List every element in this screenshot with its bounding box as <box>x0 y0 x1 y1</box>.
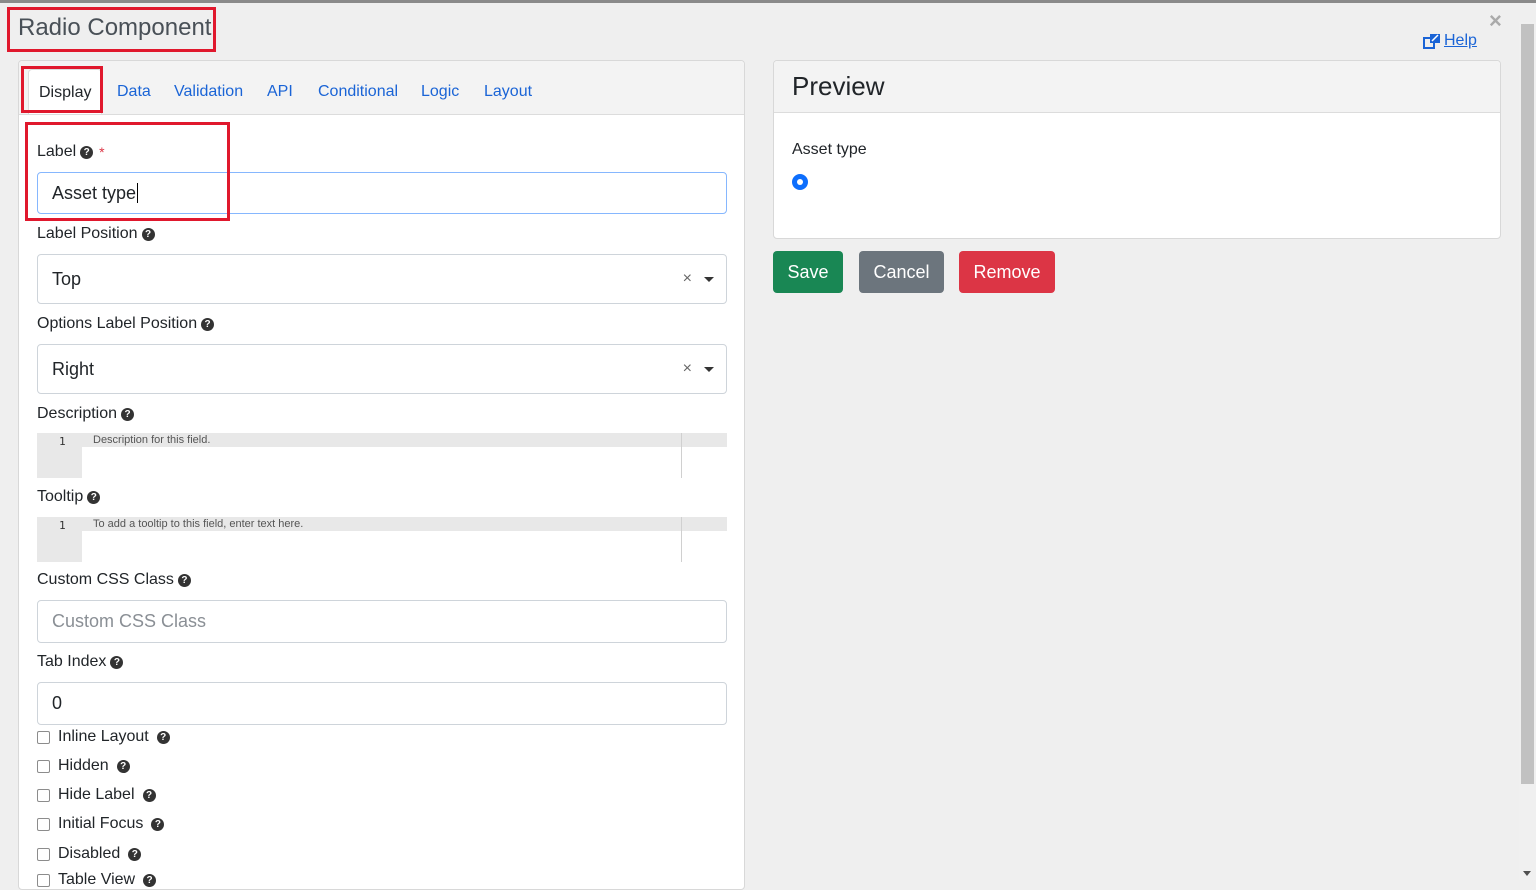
question-icon[interactable]: ? <box>151 817 165 831</box>
scrollbar[interactable] <box>1519 22 1536 880</box>
preview-field-label: Asset type <box>792 141 867 158</box>
options-label-position-label: Options Label Position ? <box>37 315 215 333</box>
remove-button[interactable]: Remove <box>959 251 1055 293</box>
editor-margin <box>681 433 682 478</box>
checkbox[interactable] <box>37 759 50 773</box>
tab-index-value: 0 <box>52 693 63 713</box>
checkbox-hide-label[interactable]: Hide Label ? <box>37 786 156 804</box>
checkbox-disabled[interactable]: Disabled ? <box>37 845 142 863</box>
checkbox[interactable] <box>37 873 50 887</box>
scroll-down-arrow-icon[interactable] <box>1523 871 1531 876</box>
checkbox[interactable] <box>37 788 50 802</box>
highlight-label-field <box>25 122 230 221</box>
question-icon[interactable]: ? <box>177 573 191 587</box>
checkbox-table-view[interactable]: Table View ? <box>37 871 157 889</box>
clear-icon[interactable]: × <box>683 360 692 378</box>
chevron-down-icon[interactable] <box>704 366 714 372</box>
question-icon[interactable]: ? <box>141 227 155 241</box>
editor-margin <box>681 517 682 562</box>
help-label: Help <box>1444 32 1477 49</box>
preview-header: Preview <box>774 61 1500 113</box>
preview-radio[interactable] <box>792 174 808 190</box>
clear-icon[interactable]: × <box>683 270 692 288</box>
cancel-button[interactable]: Cancel <box>859 251 944 293</box>
label-position-value: Top <box>52 268 82 289</box>
help-link[interactable]: Help <box>1423 32 1477 50</box>
description-placeholder: Description for this field. <box>93 434 211 446</box>
checkbox-initial-focus[interactable]: Initial Focus ? <box>37 815 165 833</box>
custom-css-input[interactable]: Custom CSS Class <box>37 600 727 643</box>
tab-api[interactable]: API <box>267 83 293 101</box>
tooltip-editor[interactable]: 1 To add a tooltip to this field, enter … <box>37 517 727 562</box>
question-icon[interactable]: ? <box>121 407 135 421</box>
question-icon[interactable]: ? <box>110 655 124 669</box>
external-link-icon <box>1423 34 1440 49</box>
checkbox-inline-layout[interactable]: Inline Layout ? <box>37 728 170 746</box>
question-icon[interactable]: ? <box>116 759 130 773</box>
description-editor[interactable]: 1 Description for this field. <box>37 433 727 478</box>
label-position-label: Label Position ? <box>37 225 155 243</box>
scrollbar-thumb[interactable] <box>1521 24 1534 784</box>
checkbox[interactable] <box>37 817 50 831</box>
custom-css-placeholder: Custom CSS Class <box>52 611 207 631</box>
question-icon[interactable]: ? <box>201 317 215 331</box>
tab-validation[interactable]: Validation <box>174 83 243 101</box>
tab-layout[interactable]: Layout <box>484 83 532 101</box>
tooltip-label: Tooltip ? <box>37 488 101 506</box>
options-label-position-value: Right <box>52 358 95 379</box>
checkbox[interactable] <box>37 847 50 861</box>
checkbox[interactable] <box>37 730 50 744</box>
tab-index-input[interactable]: 0 <box>37 682 727 725</box>
tab-index-label: Tab Index ? <box>37 653 124 671</box>
preview-card: Preview Asset type <box>773 60 1501 239</box>
question-icon[interactable]: ? <box>128 847 142 861</box>
description-label: Description ? <box>37 405 135 423</box>
highlight-title <box>7 7 216 52</box>
question-icon[interactable]: ? <box>143 873 157 887</box>
question-icon[interactable]: ? <box>87 490 101 504</box>
custom-css-label: Custom CSS Class ? <box>37 571 191 589</box>
question-icon[interactable]: ? <box>156 730 170 744</box>
editor-gutter: 1 <box>37 517 82 562</box>
tab-conditional[interactable]: Conditional <box>318 83 398 101</box>
tab-logic[interactable]: Logic <box>421 83 459 101</box>
save-button[interactable]: Save <box>773 251 843 293</box>
editor-gutter: 1 <box>37 433 82 478</box>
question-icon[interactable]: ? <box>142 788 156 802</box>
tab-bar: Display Data Validation API Conditional … <box>19 61 744 115</box>
window-top-border <box>0 0 1536 3</box>
chevron-down-icon[interactable] <box>704 276 714 282</box>
preview-title: Preview <box>792 71 885 101</box>
label-position-select[interactable]: Top × <box>37 254 727 304</box>
options-label-position-select[interactable]: Right × <box>37 344 727 394</box>
checkbox-hidden[interactable]: Hidden ? <box>37 757 130 775</box>
highlight-display-tab <box>21 66 103 113</box>
tooltip-placeholder: To add a tooltip to this field, enter te… <box>93 518 304 530</box>
close-icon[interactable]: × <box>1489 8 1502 34</box>
tab-data[interactable]: Data <box>117 83 151 101</box>
